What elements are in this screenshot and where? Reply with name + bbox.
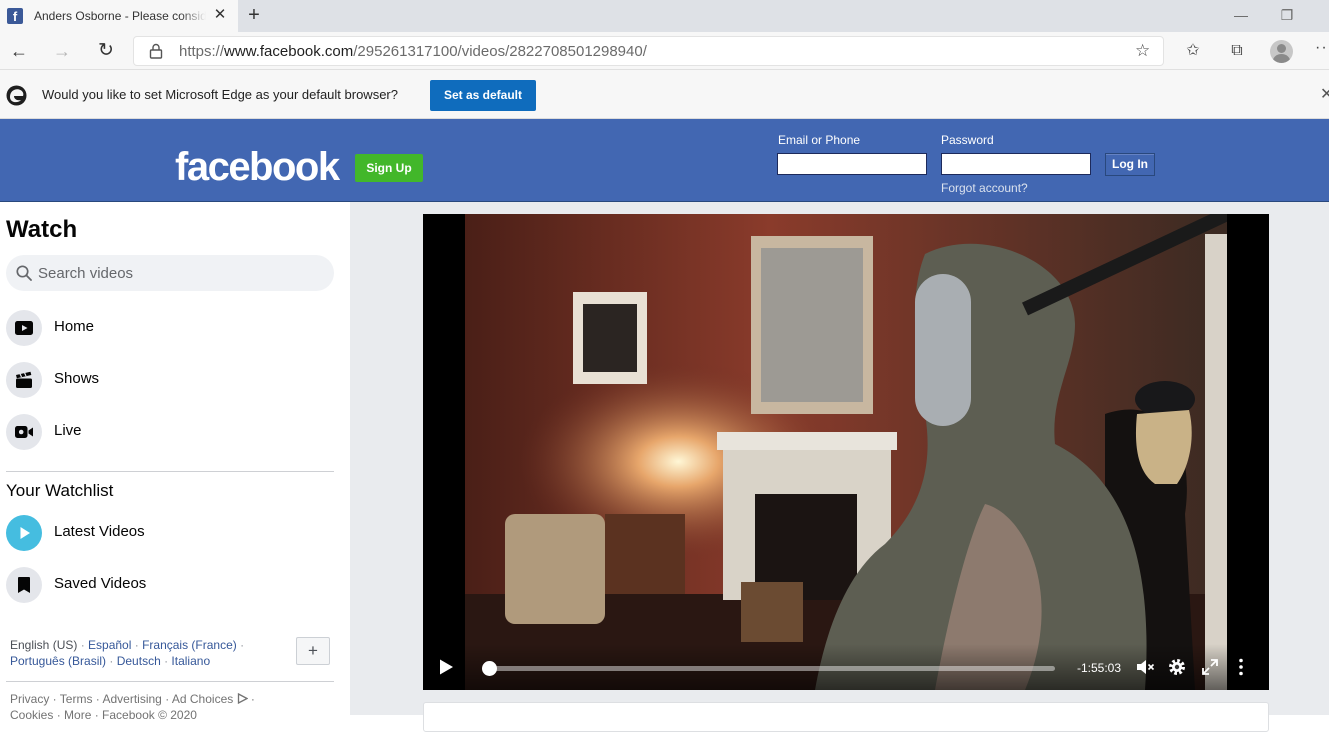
edge-logo-icon <box>6 85 27 106</box>
footer-link[interactable]: Cookies <box>10 708 53 722</box>
collections-icon[interactable]: ⧉ <box>1226 40 1248 62</box>
minimize-icon[interactable]: — <box>1218 0 1264 32</box>
tab-title: Anders Osborne - Please consider <box>34 9 206 23</box>
password-input[interactable] <box>941 153 1091 175</box>
live-camera-icon <box>6 414 42 450</box>
email-input[interactable] <box>777 153 927 175</box>
watchlist-heading: Your Watchlist <box>6 481 114 500</box>
set-as-default-button[interactable]: Set as default <box>430 80 536 111</box>
language-list: Português (Brasil) · Deutsch · Italiano <box>10 654 211 668</box>
sidebar-item-label: Shows <box>54 370 100 387</box>
divider <box>6 681 334 682</box>
address-bar[interactable]: https://www.facebook.com/295261317100/vi… <box>133 36 1164 66</box>
footer-link[interactable]: More <box>64 708 91 722</box>
language-link[interactable]: Italiano <box>171 654 210 668</box>
sidebar-item-label: Live <box>54 422 82 439</box>
search-icon <box>16 265 32 281</box>
sidebar-item-saved-videos[interactable]: Saved Videos <box>6 563 334 607</box>
sidebar-item-latest-videos[interactable]: Latest Videos <box>6 511 334 555</box>
sidebar-item-label: Saved Videos <box>54 575 147 592</box>
password-label: Password <box>941 133 994 147</box>
facebook-logo[interactable]: facebook <box>175 145 340 189</box>
video-player[interactable]: -1:55:03 <box>423 214 1269 690</box>
facebook-header: facebook Sign Up Email or Phone Password… <box>0 119 1329 202</box>
play-circle-icon <box>6 515 42 551</box>
fullscreen-icon[interactable] <box>1200 657 1220 677</box>
forgot-account-link[interactable]: Forgot account? <box>941 181 1028 195</box>
new-tab-icon[interactable]: + <box>243 4 265 26</box>
current-language: English (US) <box>10 638 78 652</box>
divider <box>6 471 334 472</box>
language-link[interactable]: Français (France) <box>142 638 237 652</box>
favorites-icon[interactable]: ✩ <box>1182 40 1204 62</box>
muted-speaker-icon[interactable] <box>1135 657 1155 677</box>
browser-tab-strip: f Anders Osborne - Please consider ✕ + —… <box>0 0 1329 32</box>
sidebar-item-label: Home <box>54 318 95 335</box>
tab-close-icon[interactable]: ✕ <box>211 6 229 24</box>
ad-choices-icon <box>237 692 248 705</box>
language-list: English (US) · Español · Français (Franc… <box>10 638 245 652</box>
more-vertical-icon[interactable] <box>1231 657 1251 677</box>
watch-sidebar: Watch Search videos Home Shows Live Your… <box>0 202 350 722</box>
url-text: https://www.facebook.com/295261317100/vi… <box>179 43 647 60</box>
video-controls: -1:55:03 <box>423 644 1269 690</box>
play-screen-icon <box>6 310 42 346</box>
footer-link[interactable]: Terms <box>60 692 93 706</box>
progress-bar[interactable] <box>482 661 1055 676</box>
video-frame[interactable] <box>465 214 1227 690</box>
sidebar-item-label: Latest Videos <box>54 523 145 540</box>
maximize-icon[interactable]: ❐ <box>1264 0 1310 32</box>
footer-links: Privacy · Terms · Advertising · Ad Choic… <box>10 692 255 706</box>
facebook-favicon-icon: f <box>7 8 23 24</box>
star-icon[interactable]: ☆ <box>1135 41 1150 61</box>
main-content: -1:55:03 <box>350 202 1329 732</box>
forward-icon[interactable]: → <box>49 38 75 64</box>
language-link[interactable]: Deutsch <box>117 654 161 668</box>
time-remaining: -1:55:03 <box>1077 661 1122 675</box>
browser-toolbar: ← → ↻ https://www.facebook.com/295261317… <box>0 32 1329 70</box>
language-link[interactable]: Español <box>88 638 131 652</box>
lock-icon <box>149 43 163 59</box>
play-icon[interactable] <box>437 658 455 676</box>
default-browser-infobar: Would you like to set Microsoft Edge as … <box>0 70 1329 119</box>
reload-icon[interactable]: ↻ <box>93 38 119 64</box>
back-icon[interactable]: ← <box>6 38 32 64</box>
footer-link[interactable]: Ad Choices <box>172 692 233 706</box>
profile-avatar-icon[interactable] <box>1270 40 1293 63</box>
browser-tab[interactable]: f Anders Osborne - Please consider ✕ <box>0 0 238 32</box>
sidebar-item-live[interactable]: Live <box>6 410 334 454</box>
search-input[interactable]: Search videos <box>6 255 334 291</box>
add-language-button[interactable]: + <box>296 637 330 665</box>
more-options-icon[interactable]: ··· <box>1315 39 1329 57</box>
progress-knob[interactable] <box>482 661 497 676</box>
infobar-close-icon[interactable]: ✕ <box>1320 84 1329 104</box>
search-placeholder: Search videos <box>38 265 134 282</box>
post-card <box>423 702 1269 732</box>
language-link[interactable]: Português (Brasil) <box>10 654 106 668</box>
url-path: /295261317100/videos/2822708501298940/ <box>353 43 647 60</box>
gear-icon[interactable] <box>1167 657 1187 677</box>
url-prefix: https:// <box>179 43 225 60</box>
sidebar-item-shows[interactable]: Shows <box>6 358 334 402</box>
footer-link[interactable]: Advertising <box>102 692 161 706</box>
copyright: Facebook © 2020 <box>102 708 197 722</box>
bookmark-icon <box>6 567 42 603</box>
email-label: Email or Phone <box>778 133 861 147</box>
page-title: Watch <box>6 216 78 243</box>
clapperboard-icon <box>6 362 42 398</box>
log-in-button[interactable]: Log In <box>1105 153 1155 176</box>
footer-links: Cookies · More · Facebook © 2020 <box>10 708 197 722</box>
footer-link[interactable]: Privacy <box>10 692 49 706</box>
sign-up-button[interactable]: Sign Up <box>355 154 423 182</box>
url-host: www.facebook.com <box>224 43 354 60</box>
infobar-message: Would you like to set Microsoft Edge as … <box>42 87 398 102</box>
sidebar-item-home[interactable]: Home <box>6 306 334 350</box>
